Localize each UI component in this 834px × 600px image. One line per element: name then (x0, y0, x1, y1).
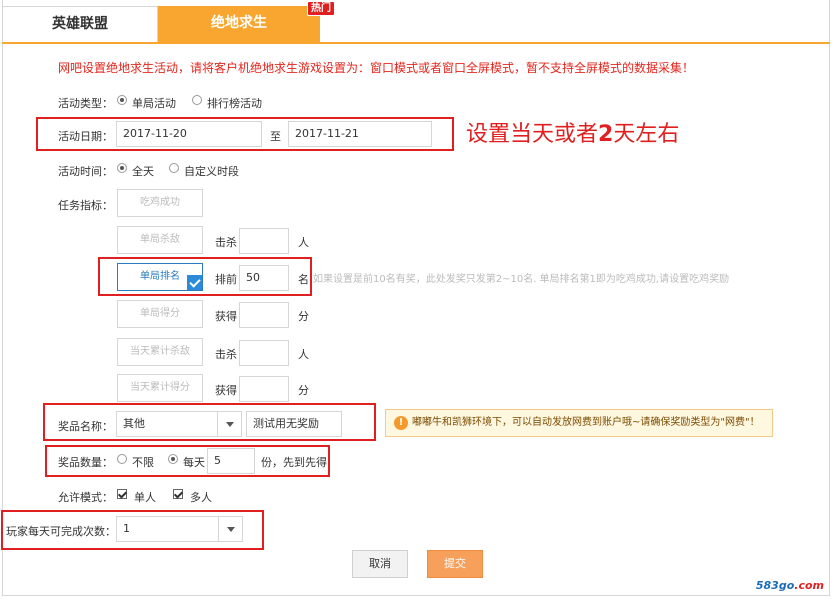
content-frame (2, 0, 830, 596)
task-single-score-input[interactable] (239, 302, 289, 328)
mode-notice: 网吧设置绝地求生活动，请将客户机绝地求生游戏设置为：窗口模式或者窗口全屏模式，暂… (58, 61, 695, 75)
hot-badge: 热门 (307, 1, 335, 16)
task-chicken-dinner[interactable]: 吃鸡成功 (117, 189, 203, 217)
radio-all-day-label: 全天 (132, 165, 154, 178)
radio-all-day[interactable] (117, 163, 127, 173)
task-single-score[interactable]: 单局得分 (117, 300, 203, 328)
radio-custom-period[interactable] (169, 163, 179, 173)
checkbox-single-label: 单人 (134, 491, 156, 504)
checkbox-multi[interactable] (173, 489, 183, 499)
watermark: 583go.com (756, 579, 824, 592)
task-single-kills[interactable]: 单局杀敌 (117, 226, 203, 254)
activity-time-label: 活动时间： (58, 165, 113, 178)
tab-pubg[interactable]: 绝地求生 (158, 6, 320, 42)
tab-league-of-legends[interactable]: 英雄联盟 (2, 6, 158, 42)
activity-date-label: 活动日期： (58, 130, 113, 143)
task-single-rank-input[interactable]: 50 (239, 265, 289, 291)
start-date-input[interactable]: 2017-11-20 (116, 121, 262, 147)
task-daily-kills-input[interactable] (239, 340, 289, 366)
radio-single-activity-label: 单局活动 (132, 97, 176, 110)
prize-type-value: 其他 (123, 417, 145, 430)
task-single-kills-input[interactable] (239, 228, 289, 254)
warning-banner: ! 嘟嘟牛和凯狮环境下，可以自动发放网费到账户哦~请确保奖励类型为"网费"！ (385, 409, 773, 437)
task-single-rank-prefix: 排前 (215, 273, 237, 286)
radio-unlimited[interactable] (117, 454, 127, 464)
task-daily-score-prefix: 获得 (215, 384, 237, 397)
radio-single-activity[interactable] (117, 95, 127, 105)
task-single-kills-prefix: 击杀 (215, 236, 237, 249)
checkmark-icon (187, 275, 202, 290)
annotation-text: 设置当天或者2天左右 (466, 122, 680, 147)
checkbox-single[interactable] (117, 489, 127, 499)
task-daily-score-suffix: 分 (298, 384, 309, 397)
chevron-down-icon (217, 412, 241, 436)
allow-mode-label: 允许模式： (58, 491, 113, 504)
task-single-rank-label: 单局排名 (140, 271, 180, 282)
task-daily-kills[interactable]: 当天累计杀敌 (117, 338, 203, 366)
activity-type-label: 活动类型： (58, 97, 113, 110)
tab-bar: 英雄联盟 绝地求生 (2, 6, 830, 44)
prize-type-select[interactable]: 其他 (116, 411, 242, 437)
chevron-down-icon (218, 517, 242, 541)
task-single-score-prefix: 获得 (215, 310, 237, 323)
task-label: 任务指标： (58, 199, 113, 212)
checkbox-multi-label: 多人 (190, 491, 212, 504)
radio-daily[interactable] (168, 454, 178, 464)
radio-unlimited-label: 不限 (132, 456, 154, 469)
task-daily-score[interactable]: 当天累计得分 (117, 374, 203, 402)
task-single-kills-suffix: 人 (298, 236, 309, 249)
daily-limit-value: 1 (123, 522, 130, 535)
task-single-rank-suffix: 名 (298, 273, 309, 286)
prize-count-input[interactable]: 5 (207, 448, 255, 474)
prize-count-label: 奖品数量： (58, 456, 113, 469)
submit-button[interactable]: 提交 (427, 550, 483, 578)
watermark-suffix: .com (794, 579, 824, 592)
warning-text: 嘟嘟牛和凯狮环境下，可以自动发放网费到账户哦~请确保奖励类型为"网费"！ (412, 417, 760, 428)
radio-custom-period-label: 自定义时段 (184, 165, 239, 178)
task-daily-score-input[interactable] (239, 376, 289, 402)
radio-leaderboard-activity-label: 排行榜活动 (207, 97, 262, 110)
prize-name-input[interactable]: 测试用无奖励 (246, 411, 342, 437)
task-single-rank[interactable]: 单局排名 (117, 263, 203, 291)
cancel-button[interactable]: 取消 (352, 550, 408, 578)
prize-count-suffix: 份，先到先得 (261, 456, 327, 469)
warning-icon: ! (394, 416, 408, 430)
prize-name-label: 奖品名称： (58, 420, 113, 433)
date-separator: 至 (270, 130, 281, 143)
watermark-main: 583go (755, 579, 795, 592)
rank-hint: 如果设置是前10名有奖，此处发奖只发第2~10名. 单局排名第1即为吃鸡成功,请… (313, 274, 730, 285)
radio-daily-label: 每天 (183, 456, 205, 469)
radio-leaderboard-activity[interactable] (192, 95, 202, 105)
end-date-input[interactable]: 2017-11-21 (288, 121, 432, 147)
task-single-score-suffix: 分 (298, 310, 309, 323)
daily-limit-label: 玩家每天可完成次数： (6, 525, 116, 538)
daily-limit-select[interactable]: 1 (116, 516, 243, 542)
task-daily-kills-suffix: 人 (298, 348, 309, 361)
task-daily-kills-prefix: 击杀 (215, 348, 237, 361)
